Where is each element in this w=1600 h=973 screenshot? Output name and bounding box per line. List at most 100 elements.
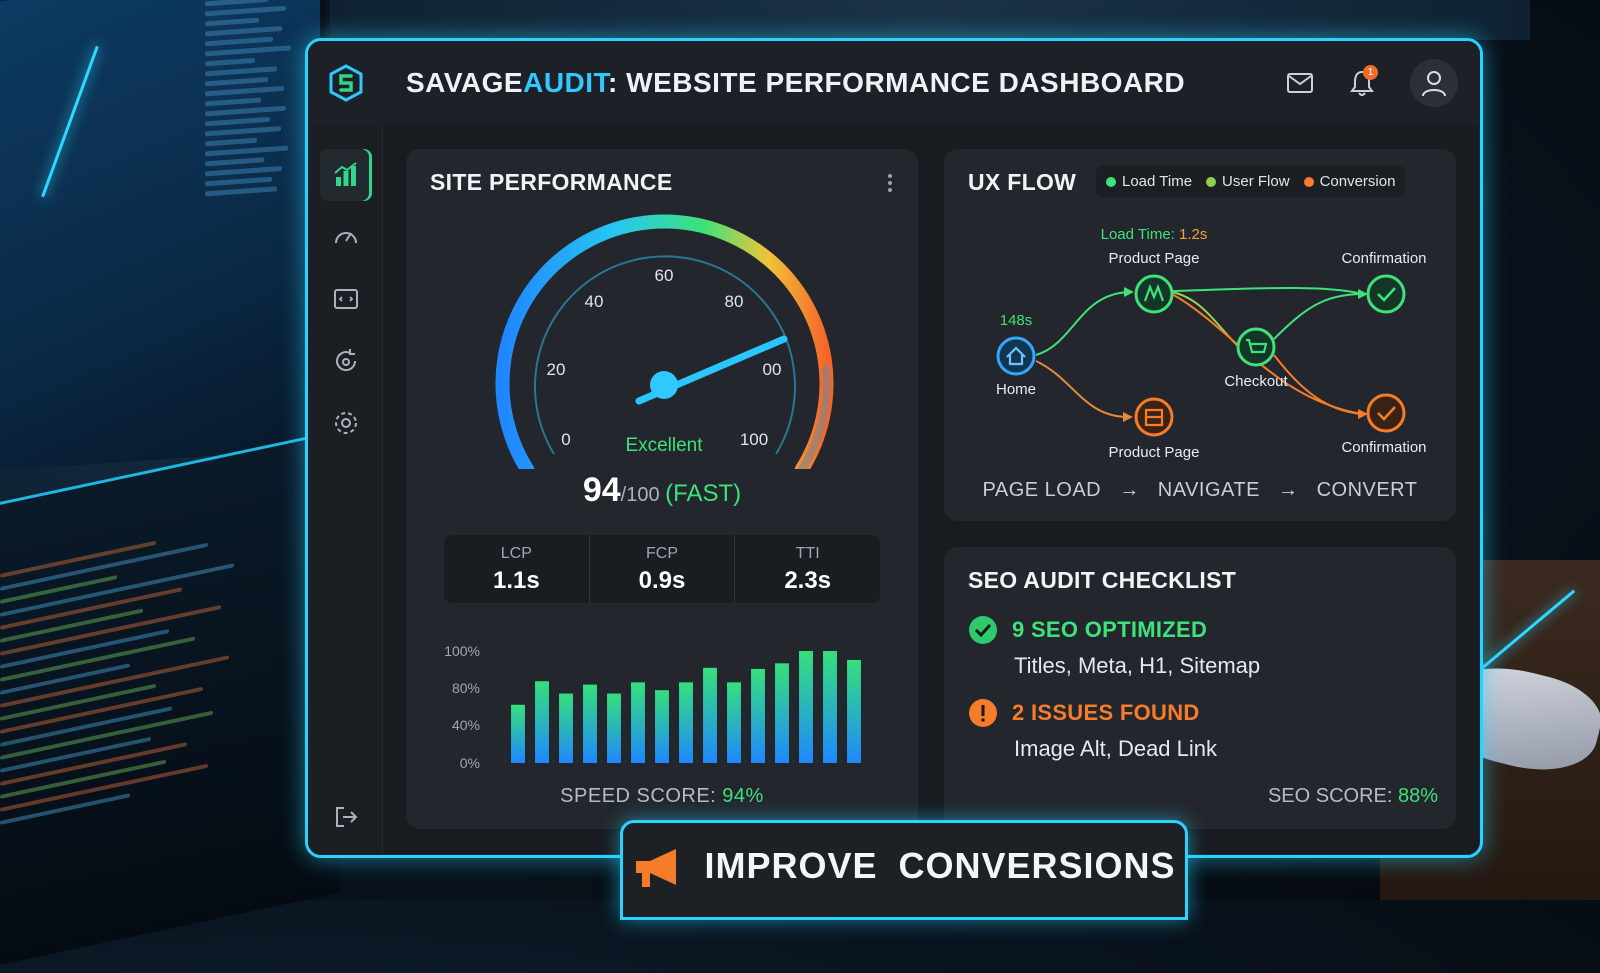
node-home[interactable] — [996, 336, 1036, 376]
gauge-tick-label: 80 — [725, 292, 744, 311]
dashboard-window: SAVAGEAUDIT: WEBSITE PERFORMANCE DASHBOA… — [305, 38, 1483, 858]
speedometer-icon — [335, 232, 357, 244]
sidebar-item-speed[interactable] — [320, 211, 372, 263]
title-brand-savage: SAVAGE — [406, 67, 524, 98]
flow-edge-home-product-bottom — [1035, 360, 1129, 418]
node-product-top[interactable] — [1134, 274, 1174, 314]
seo-optimized-items: Titles, Meta, H1, Sitemap — [1014, 653, 1261, 678]
chart-bar — [703, 667, 717, 763]
flow-edge-checkout-confirm-top — [1273, 293, 1363, 340]
chart-bar — [535, 681, 549, 763]
label-product-bottom: Product Page — [1109, 444, 1200, 461]
load-time-text: Load Time: — [1101, 226, 1179, 243]
seo-audit-title: SEO AUDIT CHECKLIST — [968, 567, 1237, 593]
y-tick-label: 100% — [444, 643, 480, 659]
arrowhead — [1358, 409, 1368, 419]
user-icon[interactable] — [1410, 59, 1458, 107]
seo-audit-panel: SEO AUDIT CHECKLIST 9 SEO OPTIMIZED Titl… — [944, 547, 1456, 829]
improve-conversions-banner[interactable]: IMPROVE CONVERSIONS — [620, 820, 1188, 920]
sidebar-item-analytics[interactable] — [320, 149, 372, 201]
analytics-icon — [334, 162, 357, 186]
ux-flow-panel: UX FLOW Load Time User Flow Conversion L… — [944, 149, 1456, 521]
chart-bar — [775, 663, 789, 763]
metric-tti: TTI 2.3s — [735, 535, 880, 603]
refresh-speed-icon — [336, 349, 357, 372]
logo-icon[interactable] — [326, 63, 366, 103]
chart-bar — [823, 651, 837, 763]
home-time: 148s — [1000, 312, 1033, 329]
speed-score-value: 94% — [722, 785, 764, 807]
notification-badge: 1 — [1363, 65, 1378, 80]
arrow-right-icon: → — [1278, 479, 1299, 501]
title-rest: : WEBSITE PERFORMANCE DASHBOARD — [608, 67, 1186, 98]
sidebar-item-refresh[interactable] — [320, 335, 372, 387]
arrow-right-icon: → — [1119, 479, 1140, 501]
label-confirm-top: Confirmation — [1341, 250, 1426, 267]
node-checkout[interactable] — [1236, 327, 1276, 367]
seo-optimized-row: 9 SEO OPTIMIZED — [968, 615, 1207, 645]
top-bar: SAVAGEAUDIT: WEBSITE PERFORMANCE DASHBOA… — [308, 41, 1480, 125]
sidebar-item-logout[interactable] — [320, 791, 372, 843]
seo-optimized-heading: 9 SEO OPTIMIZED — [1012, 617, 1208, 642]
node-confirm-top[interactable] — [1366, 274, 1406, 314]
chart-bar — [679, 682, 693, 763]
y-tick-label: 40% — [452, 717, 480, 733]
flow-step: PAGE LOAD — [982, 479, 1102, 501]
site-performance-panel: SITE PERFORMANCE 0 20 40 60 80 00 100 Excellen… — [406, 149, 918, 829]
chart-bar — [511, 704, 525, 763]
label-product-top: Product Page — [1109, 250, 1200, 267]
ux-flow-diagram: Load Time: 1.2s Product Page Confirmatio… — [996, 226, 1427, 461]
page-title: SAVAGEAUDIT: WEBSITE PERFORMANCE DASHBOA… — [406, 67, 1185, 99]
background-monitor-left — [0, 0, 326, 473]
gauge-tick-label: 40 — [585, 292, 604, 311]
flow-step: NAVIGATE — [1157, 479, 1260, 501]
flow-steps: PAGE LOAD → NAVIGATE → CONVERT — [944, 479, 1456, 502]
performance-score: 94/100 (FAST) — [406, 471, 918, 510]
metric-label: LCP — [500, 545, 532, 562]
chart-bar — [727, 682, 741, 763]
speed-score-label: SPEED SCORE: — [560, 785, 723, 807]
gauge-tick-label: 60 — [655, 266, 674, 285]
gauge-tick-label: 20 — [547, 360, 566, 379]
label-confirm-bottom: Confirmation — [1341, 439, 1426, 456]
sidebar-item-code[interactable] — [320, 273, 372, 325]
metric-value: 0.9s — [638, 567, 686, 594]
load-time-label: Load Time: 1.2s — [1101, 226, 1208, 243]
banner-text: IMPROVE CONVERSIONS — [704, 845, 1176, 886]
arrowhead — [1123, 412, 1133, 422]
chart-bar — [607, 693, 621, 763]
arrowhead — [1124, 287, 1134, 297]
gauge-tick-label: 0 — [561, 430, 570, 449]
gear-icon — [335, 412, 357, 434]
background-monitor-top — [330, 0, 1530, 40]
metric-value: 1.1s — [492, 567, 540, 594]
code-icon — [334, 289, 358, 309]
score-value: 94 — [582, 471, 621, 509]
gauge-inner-arc — [534, 255, 796, 455]
chart-bar — [847, 659, 861, 763]
background-laptop — [0, 429, 340, 973]
gauge-tick-label: 100 — [740, 430, 768, 449]
chart-bar — [631, 682, 645, 763]
flow-step: CONVERT — [1316, 479, 1418, 501]
warning-icon — [969, 699, 997, 727]
score-max: /100 — [620, 484, 660, 506]
sidebar-item-settings[interactable] — [320, 397, 372, 449]
speed-score: SPEED SCORE: 94% — [406, 785, 918, 808]
y-tick-label: 80% — [452, 680, 480, 696]
chart-bar — [655, 690, 669, 763]
metric-label: TTI — [795, 545, 820, 562]
title-brand-audit: AUDIT — [523, 67, 609, 98]
chart-bar — [751, 668, 765, 763]
megaphone-icon — [636, 849, 677, 887]
seo-score: SEO SCORE: 88% — [1268, 785, 1438, 808]
node-confirm-bottom[interactable] — [1366, 393, 1406, 433]
background-laptop-code — [0, 510, 260, 834]
score-tag: (FAST) — [665, 480, 742, 507]
seo-issues-heading: 2 ISSUES FOUND — [1012, 700, 1200, 725]
node-product-bottom[interactable] — [1134, 397, 1174, 437]
flow-edge-product-confirm-top — [1171, 286, 1363, 295]
logout-icon — [336, 807, 358, 827]
bell-icon[interactable]: 1 — [1344, 65, 1380, 101]
mail-icon[interactable] — [1282, 65, 1318, 101]
